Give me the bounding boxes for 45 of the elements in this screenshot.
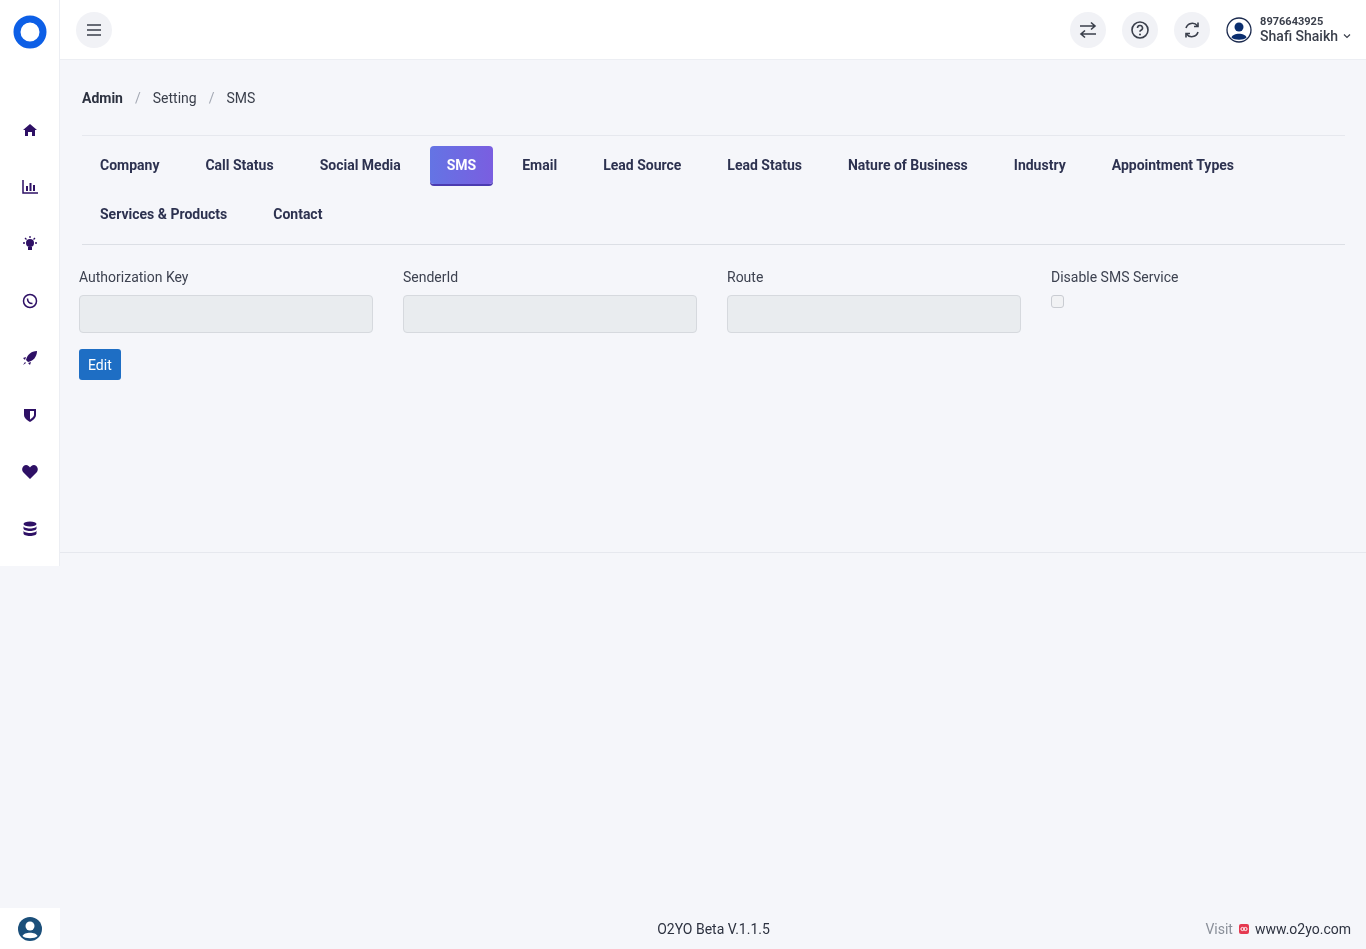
settings-tab[interactable]: Call Status [188, 146, 291, 184]
field-label: Authorization Key [79, 269, 190, 285]
user-name[interactable]: Shafi Shaikh [1260, 28, 1338, 44]
chat-phone-icon[interactable] [20, 292, 39, 310]
user-phone: 8976643925 [1260, 15, 1324, 28]
menu-button[interactable] [76, 11, 112, 48]
breadcrumb-item[interactable]: Admin [82, 90, 123, 106]
settings-tab[interactable]: Company [83, 146, 177, 184]
field-label: Disable SMS Service [1051, 269, 1180, 285]
settings-tab[interactable]: Contact [256, 195, 340, 233]
field-label: SenderId [403, 269, 460, 285]
refresh-icon [1183, 20, 1202, 39]
settings-tab[interactable]: Lead Status [710, 146, 819, 184]
settings-tab[interactable]: Appointment Types [1094, 146, 1252, 184]
refresh-button[interactable] [1174, 11, 1211, 48]
lightbulb-icon[interactable] [20, 235, 39, 253]
heart-icon[interactable] [20, 463, 39, 481]
link-icon [1238, 923, 1249, 934]
swap-arrows-icon [1078, 20, 1099, 39]
site-link[interactable]: www.o2yo.com [1254, 920, 1351, 937]
menu-icon [86, 22, 102, 37]
settings-tab[interactable]: Lead Source [586, 146, 699, 184]
user-avatar-icon[interactable] [17, 915, 43, 942]
visit-label: Visit [1205, 920, 1233, 937]
settings-tab[interactable]: SMS [429, 146, 494, 184]
version-text: O2YO Beta V.1.1.5 [657, 920, 770, 937]
user-avatar-icon[interactable] [1226, 16, 1253, 43]
chevron-down-icon[interactable] [1343, 33, 1351, 39]
settings-tab[interactable]: Email [505, 146, 575, 184]
help-icon [1130, 19, 1151, 40]
help-button[interactable] [1122, 11, 1159, 48]
breadcrumb-item: SMS [226, 90, 256, 106]
settings-tab[interactable]: Services & Products [83, 195, 245, 233]
settings-tab[interactable]: Social Media [302, 146, 418, 184]
settings-tab[interactable]: Nature of Business [830, 146, 985, 184]
edit-button[interactable]: Edit [79, 349, 121, 380]
field-label: Route [727, 269, 765, 285]
breadcrumb-item[interactable]: Setting [152, 90, 197, 106]
breadcrumb-separator: / [134, 90, 141, 106]
logo[interactable] [12, 15, 47, 49]
settings-tab[interactable]: Industry [996, 146, 1083, 184]
bar-chart-icon[interactable] [20, 178, 39, 196]
breadcrumb-separator: / [208, 90, 215, 106]
swap-button[interactable] [1070, 11, 1107, 48]
rocket-icon[interactable] [20, 349, 39, 367]
